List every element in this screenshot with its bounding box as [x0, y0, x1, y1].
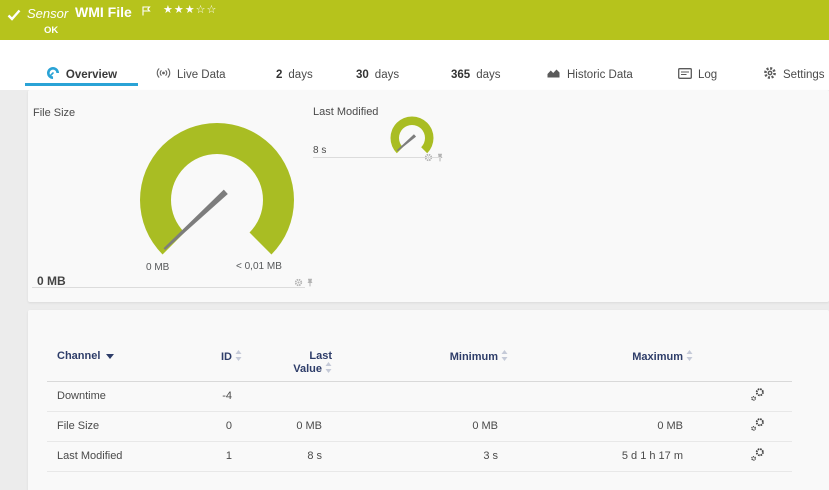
- tab-log[interactable]: Log: [678, 66, 717, 83]
- log-icon: [678, 68, 692, 82]
- channel-maximum: 0 MB: [508, 411, 693, 441]
- last-modified-current-value: 8 s: [313, 145, 326, 156]
- tab-bar: Overview Live Data 2 days 30 days 365 da…: [0, 40, 829, 90]
- widget-pin-icon[interactable]: [306, 274, 314, 292]
- column-header-minimum[interactable]: Minimum: [332, 310, 508, 381]
- channel-name: Downtime: [47, 381, 147, 411]
- tab-2-days-number: 2: [276, 69, 282, 81]
- file-size-gauge: [132, 115, 302, 285]
- file-size-current-value: 0 MB: [37, 274, 66, 288]
- channel-minimum: 0 MB: [332, 411, 508, 441]
- prtg-sensor-page: Sensor WMI File ★★★☆☆ OK Overview Live D…: [0, 0, 829, 490]
- channel-maximum: [508, 381, 693, 411]
- channel-last-value: 8 s: [242, 441, 332, 471]
- gear-icon: [763, 66, 777, 83]
- channel-settings-gears-icon[interactable]: [750, 423, 765, 435]
- tab-2-days-label: days: [288, 69, 312, 81]
- file-size-gauge-title: File Size: [33, 107, 75, 119]
- tab-365-days-label: days: [476, 69, 500, 81]
- gauges-panel: File Size 0 MB < 0,01 MB 0 MB Last Modif…: [28, 90, 829, 302]
- channel-name: File Size: [47, 411, 147, 441]
- gauge-arc: [391, 116, 434, 153]
- sensor-kind-label: Sensor: [27, 6, 68, 21]
- channel-maximum: 5 d 1 h 17 m: [508, 441, 693, 471]
- table-header-row: Channel ID Last Value Minimum Maximum: [47, 310, 792, 381]
- tab-365-days-number: 365: [451, 69, 470, 81]
- channel-settings-gears-icon[interactable]: [750, 453, 765, 465]
- column-header-actions: [693, 310, 792, 381]
- channel-table: Channel ID Last Value Minimum Maximum Do…: [47, 310, 792, 472]
- channel-last-value: 0 MB: [242, 411, 332, 441]
- tab-30-days-number: 30: [356, 69, 369, 81]
- tab-settings[interactable]: Settings: [763, 66, 825, 83]
- tab-30-days-label: days: [375, 69, 399, 81]
- widget-settings-gear-icon[interactable]: [424, 149, 433, 167]
- tab-365-days[interactable]: 365 days: [451, 66, 500, 83]
- status-ok-check-icon: [7, 8, 21, 26]
- gauge-arc: [140, 123, 294, 254]
- widget-pin-icon[interactable]: [436, 149, 444, 167]
- tab-settings-label: Settings: [783, 69, 825, 81]
- tab-overview[interactable]: Overview: [25, 66, 138, 83]
- channel-minimum: [332, 381, 508, 411]
- channel-last-value: [242, 381, 332, 411]
- tab-overview-label: Overview: [66, 69, 117, 81]
- active-tab-underline: [25, 83, 138, 86]
- channel-row-last-modified[interactable]: Last Modified 1 8 s 3 s 5 d 1 h 17 m: [47, 441, 792, 471]
- gauge-max-label: < 0,01 MB: [236, 261, 282, 272]
- column-header-id[interactable]: ID: [147, 310, 242, 381]
- last-modified-gauge-title: Last Modified: [313, 106, 378, 118]
- channel-id: -4: [147, 381, 242, 411]
- channel-minimum: 3 s: [332, 441, 508, 471]
- area-chart-icon: [546, 67, 561, 82]
- channel-id: 0: [147, 411, 242, 441]
- channel-row-downtime[interactable]: Downtime -4: [47, 381, 792, 411]
- sensor-status-text: OK: [44, 25, 58, 36]
- sort-caret-down-icon: [106, 354, 114, 359]
- channel-settings-gears-icon[interactable]: [750, 393, 765, 405]
- channel-row-file-size[interactable]: File Size 0 0 MB 0 MB 0 MB: [47, 411, 792, 441]
- widget-divider: [313, 157, 441, 158]
- tab-historic-data-label: Historic Data: [567, 69, 633, 81]
- sort-arrows-icon: [325, 362, 332, 373]
- channel-name: Last Modified: [47, 441, 147, 471]
- sort-arrows-icon: [235, 350, 242, 361]
- column-header-channel[interactable]: Channel: [47, 310, 147, 381]
- priority-flag-icon[interactable]: [142, 3, 151, 21]
- sort-arrows-icon: [686, 350, 693, 361]
- sensor-title: WMI File: [75, 4, 132, 20]
- tab-historic-data[interactable]: Historic Data: [546, 66, 633, 83]
- broadcast-icon: [156, 67, 171, 82]
- tab-30-days[interactable]: 30 days: [356, 66, 399, 83]
- tab-2-days[interactable]: 2 days: [276, 66, 313, 83]
- sort-arrows-icon: [501, 350, 508, 361]
- tab-live-data-label: Live Data: [177, 69, 226, 81]
- widget-settings-gear-icon[interactable]: [294, 274, 303, 292]
- column-header-maximum[interactable]: Maximum: [508, 310, 693, 381]
- tab-log-label: Log: [698, 69, 717, 81]
- tab-live-data[interactable]: Live Data: [156, 66, 226, 83]
- gauge-min-label: 0 MB: [146, 262, 169, 273]
- widget-divider: [32, 287, 305, 288]
- sensor-header: Sensor WMI File ★★★☆☆ OK: [0, 0, 829, 40]
- channel-id: 1: [147, 441, 242, 471]
- column-header-last-value[interactable]: Last Value: [242, 310, 332, 381]
- gauge-icon: [46, 66, 60, 83]
- priority-stars[interactable]: ★★★☆☆: [163, 3, 217, 16]
- stars-empty: ☆☆: [196, 4, 218, 16]
- channel-table-panel: Channel ID Last Value Minimum Maximum Do…: [28, 310, 829, 490]
- stars-filled: ★★★: [163, 4, 196, 16]
